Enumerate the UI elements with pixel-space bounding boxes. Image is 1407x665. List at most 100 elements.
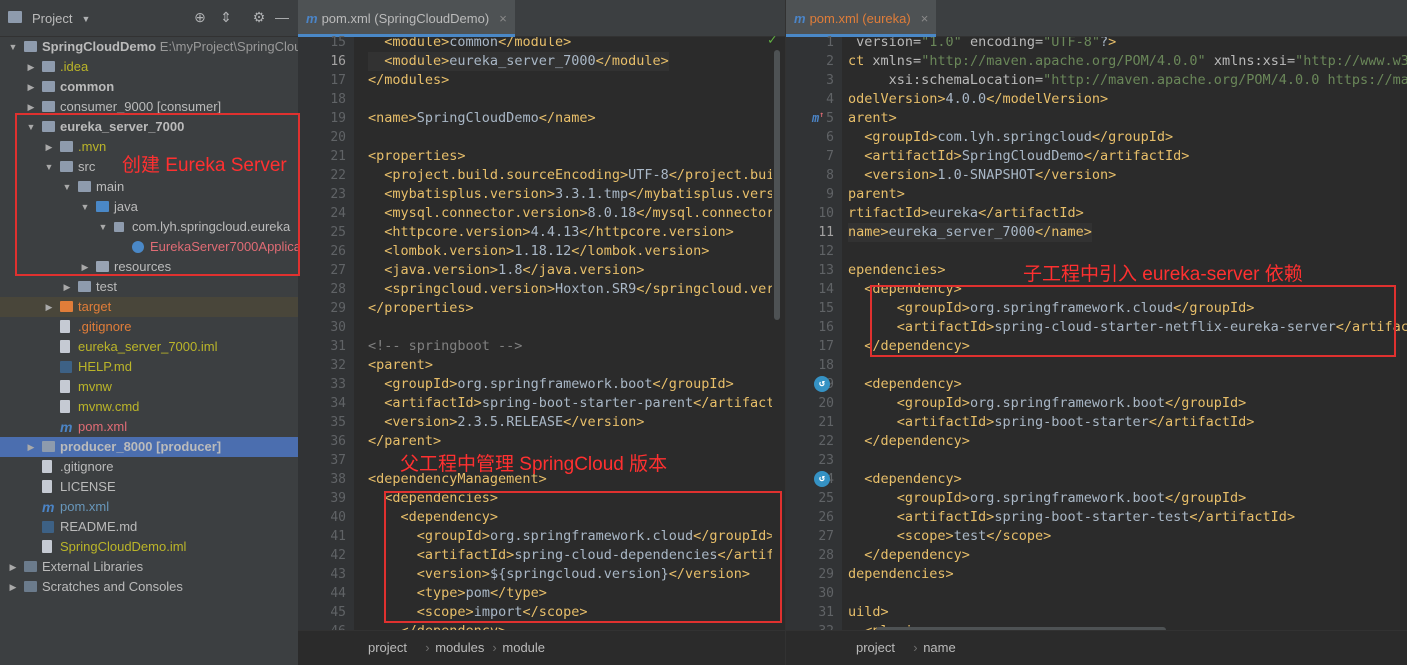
breadcrumb-item[interactable]: module	[502, 640, 545, 655]
tree-item-label: mvnw.cmd	[78, 397, 139, 417]
check-icon: ✓	[768, 32, 777, 48]
file-icon	[60, 340, 70, 353]
tree-item-name: mvnw.cmd	[78, 399, 140, 414]
dependency-gutter-icon[interactable]: ↺	[814, 376, 830, 392]
tree-item[interactable]: SpringCloudDemo.iml	[0, 537, 298, 557]
maven-icon: m	[794, 11, 806, 26]
line-number: 31	[330, 339, 346, 354]
line-number: 15	[330, 35, 346, 50]
hide-icon[interactable]: —	[274, 9, 290, 25]
breadcrumb-item[interactable]: name	[923, 640, 956, 655]
line-number: 34	[330, 396, 346, 411]
tree-item-label: common	[60, 77, 114, 97]
tree-item[interactable]: ▶ .idea	[0, 57, 298, 77]
breadcrumb-item[interactable]: project	[856, 640, 895, 655]
tree-item-name: common	[60, 79, 115, 94]
tree-item[interactable]: m pom.xml	[0, 417, 298, 437]
breadcrumb-item[interactable]: project	[368, 640, 407, 655]
tree-item[interactable]: .gitignore	[0, 457, 298, 477]
code-line: <java.version>1.8</java.version>	[384, 262, 645, 278]
line-number: 31	[818, 605, 834, 620]
chevron-right-icon[interactable]: ▶	[44, 297, 54, 317]
file-icon	[42, 460, 52, 473]
tree-item-label: .gitignore	[60, 457, 113, 477]
code-line: name>eureka_server_7000</name>	[848, 223, 1092, 242]
chevron-right-icon[interactable]: ▶	[8, 577, 18, 597]
tree-item[interactable]: mvnw	[0, 377, 298, 397]
tree-item-label: .gitignore	[78, 317, 131, 337]
tree-item-label: External Libraries	[42, 557, 143, 577]
annotation-label-tree: 创建 Eureka Server	[122, 155, 287, 176]
chevron-right-icon[interactable]: ▶	[26, 77, 36, 97]
tree-item-name: pom.xml	[60, 499, 110, 514]
tab-parent-pom[interactable]: m pom.xml (SpringCloudDemo) ×	[298, 0, 515, 37]
line-number: 15	[818, 301, 834, 316]
tree-item-name: .gitignore	[60, 459, 114, 474]
line-number: 16	[818, 320, 834, 335]
tree-item-label: SpringCloudDemo E:\myProject\SpringClou	[42, 37, 298, 57]
dependency-gutter-icon[interactable]: ↺	[814, 471, 830, 487]
chevron-down-icon[interactable]: ▼	[8, 37, 18, 57]
code-line: rtifactId>eureka</artifactId>	[848, 205, 1084, 221]
tree-item[interactable]: LICENSE	[0, 477, 298, 497]
tree-item[interactable]: ▼ SpringCloudDemo E:\myProject\SpringClou	[0, 37, 298, 57]
chevron-right-icon[interactable]: ▶	[8, 557, 18, 577]
chevron-down-icon[interactable]: ▼	[78, 11, 94, 27]
code-line: <version>1.0-SNAPSHOT</version>	[864, 167, 1117, 183]
tree-item[interactable]: eureka_server_7000.iml	[0, 337, 298, 357]
project-panel-header: Project ▼ ⊕ ⇕ ⚙ —	[0, 0, 298, 37]
chevron-right-icon[interactable]: ▶	[26, 437, 36, 457]
tree-item[interactable]: ▶ test	[0, 277, 298, 297]
line-number: 24	[330, 206, 346, 221]
tree-item[interactable]: ▶ common	[0, 77, 298, 97]
line-number: 4	[826, 92, 834, 107]
chevron-right-icon[interactable]: ▶	[26, 57, 36, 77]
line-number: 32	[330, 358, 346, 373]
code-line: <mysql.connector.version>8.0.18</mysql.c…	[384, 205, 772, 221]
project-view-title[interactable]: Project	[32, 11, 72, 26]
line-number: 23	[330, 187, 346, 202]
tree-item-extra: [consumer]	[153, 99, 222, 114]
tree-item-label: HELP.md	[78, 357, 132, 377]
maven-parent-icon[interactable]: m↑	[812, 110, 824, 125]
line-number: 35	[330, 415, 346, 430]
tree-item[interactable]: mvnw.cmd	[0, 397, 298, 417]
line-number: 14	[818, 282, 834, 297]
tree-item[interactable]: .gitignore	[0, 317, 298, 337]
tree-item[interactable]: HELP.md	[0, 357, 298, 377]
tree-item-name: test	[96, 279, 117, 294]
close-icon[interactable]: ×	[921, 11, 929, 26]
line-number: 37	[330, 453, 346, 468]
editor-eureka-pom: m pom.xml (eureka) × 1 2 3 4 5 6 7 8 9 10 11 12 13 14 15…	[785, 0, 1407, 665]
tree-item[interactable]: ▶ target	[0, 297, 298, 317]
tree-item-label: target	[78, 297, 111, 317]
line-number: 16	[330, 54, 346, 69]
line-number-gutter: 15 16 17 18 19 20 21 22 23 24 25 26 27 28 29 30 31 32 33 34…	[298, 35, 354, 639]
breadcrumb-item[interactable]: modules	[435, 640, 484, 655]
code-line: <groupId>org.springframework.boot</group…	[384, 376, 734, 392]
tree-item[interactable]: ▶ producer_8000 [producer]	[0, 437, 298, 457]
line-number: 6	[826, 130, 834, 145]
collapse-all-icon[interactable]: ⇕	[218, 9, 234, 25]
close-icon[interactable]: ×	[499, 11, 507, 26]
code-line: <springcloud.version>Hoxton.SR9</springc…	[384, 281, 772, 297]
chevron-right-icon[interactable]: ▶	[62, 277, 72, 297]
line-number: 21	[818, 415, 834, 430]
tree-item[interactable]: ▶ Scratches and Consoles	[0, 577, 298, 597]
maven-icon: m	[306, 11, 318, 26]
code-line: <artifactId>SpringCloudDemo</artifactId>	[864, 148, 1190, 164]
tree-item[interactable]: m pom.xml	[0, 497, 298, 517]
locate-icon[interactable]: ⊕	[192, 9, 208, 25]
folder-icon	[24, 581, 37, 592]
line-number: 33	[330, 377, 346, 392]
gear-icon[interactable]: ⚙	[251, 9, 267, 25]
tree-item[interactable]: README.md	[0, 517, 298, 537]
code-line: <properties>	[368, 148, 466, 164]
tree-item[interactable]: ▶ External Libraries	[0, 557, 298, 577]
line-number-gutter: 1234567891011121314151617181920212223242…	[786, 35, 842, 639]
tree-item-label: LICENSE	[60, 477, 116, 497]
vertical-scrollbar[interactable]	[774, 50, 780, 320]
annotation-label-parent: 父工程中管理 SpringCloud 版本	[400, 454, 668, 475]
annotation-label-child: 子工程中引入 eureka-server 依赖	[1023, 264, 1303, 285]
tab-eureka-pom[interactable]: m pom.xml (eureka) ×	[786, 0, 937, 37]
